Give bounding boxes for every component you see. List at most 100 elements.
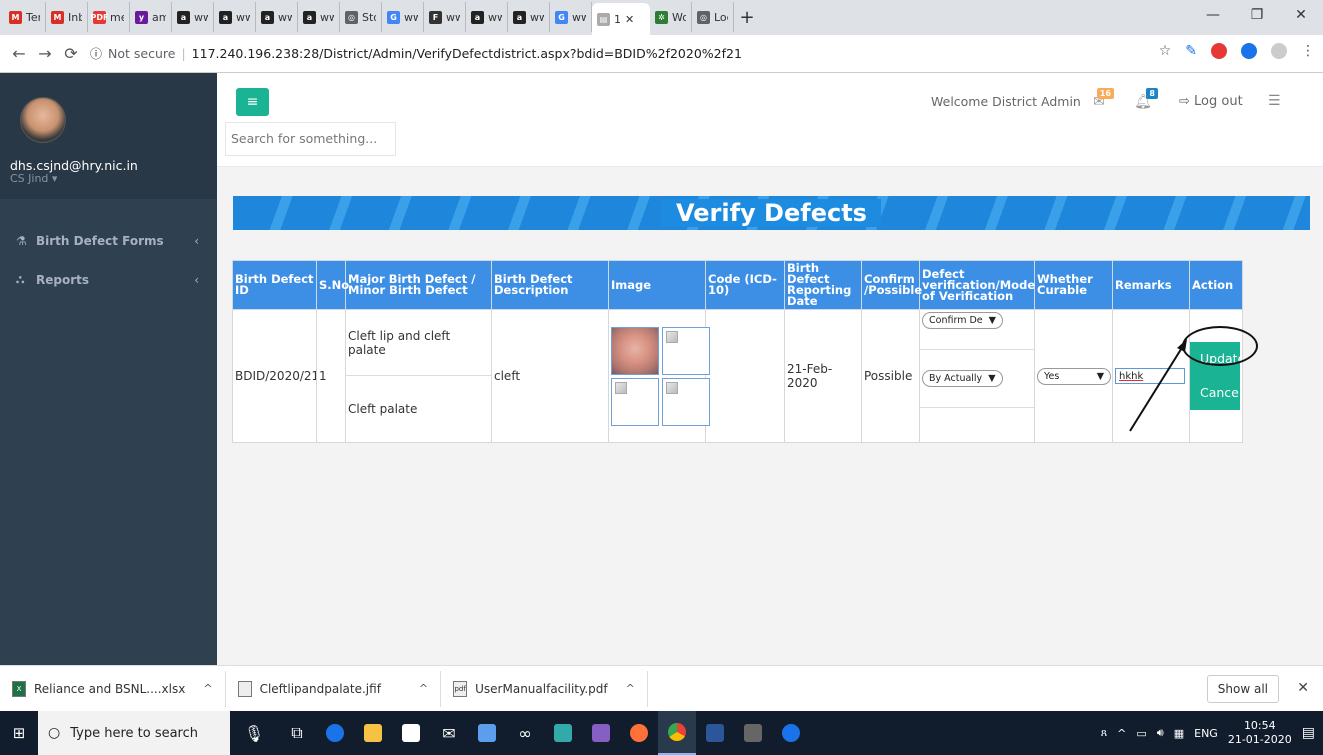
tab-close-icon[interactable]: ✕ — [625, 13, 634, 26]
broken-image-icon[interactable] — [611, 377, 659, 426]
tab-favicon-icon: PDF — [90, 10, 109, 24]
tab-title: www — [404, 10, 418, 24]
broken-image-icon[interactable] — [662, 326, 710, 375]
word-icon[interactable] — [696, 711, 734, 755]
defect-photo[interactable] — [611, 326, 659, 375]
task-view-icon[interactable]: ⧉ — [278, 711, 316, 755]
download-item[interactable]: pdf UserManualfacility.pdf ^ — [441, 670, 648, 707]
browser-tab[interactable]: awww — [508, 2, 550, 32]
curable-select[interactable]: Yes ▼ — [1037, 367, 1111, 385]
tab-favicon-icon: ▤ — [597, 12, 610, 26]
browser-tab[interactable]: awww — [214, 2, 256, 32]
chevron-up-icon[interactable]: ^ — [419, 682, 428, 695]
col-header-id: Birth Defect ID — [232, 260, 317, 310]
cancel-button[interactable]: Cancel — [1190, 376, 1240, 410]
browser-tab[interactable]: ▤ 1 ✕ — [592, 3, 650, 35]
infinity-app-icon[interactable]: ∞ — [506, 711, 544, 755]
tab-favicon-icon: G — [387, 10, 400, 24]
download-item[interactable]: Cleftlipandpalate.jfif ^ — [226, 670, 442, 707]
taskbar-search-box[interactable]: ○ Type here to search — [38, 711, 230, 755]
new-tab-button[interactable]: + — [734, 2, 760, 32]
sidebar-item-reports[interactable]: ⛬ Reports ‹ — [0, 260, 217, 299]
maximize-icon[interactable]: ❐ — [1235, 0, 1279, 30]
browser-tab[interactable]: yamaz — [130, 2, 172, 32]
app-icon[interactable] — [468, 711, 506, 755]
mode-value: By Actually — [929, 373, 983, 384]
extension-pen-icon[interactable]: ✎ — [1185, 43, 1197, 59]
profile-avatar-icon[interactable] — [1271, 43, 1287, 59]
cell-major-minor: Cleft lip and cleft palate Cleft palate — [345, 309, 492, 443]
extension-red-icon[interactable] — [1211, 43, 1227, 59]
browser-tab[interactable]: ✲ Woo — [650, 2, 692, 32]
close-icon[interactable]: ✕ — [1279, 0, 1323, 30]
page-title-banner: Verify Defects — [233, 196, 1310, 230]
profile-role-dropdown[interactable]: CS Jind ▾ — [10, 172, 57, 185]
browser-tab[interactable]: PDFmem — [88, 2, 130, 32]
download-item[interactable]: X Reliance and BSNL....xlsx ^ — [0, 670, 226, 707]
app-icon[interactable] — [544, 711, 582, 755]
browser-tab[interactable]: awww — [172, 2, 214, 32]
file-explorer-icon[interactable] — [354, 711, 392, 755]
chrome-menu-icon[interactable]: ⋮ — [1301, 43, 1315, 59]
reload-icon[interactable]: ⟳ — [58, 44, 84, 63]
clock-time: 10:54 — [1243, 719, 1276, 732]
browser-tab[interactable]: ◎ Store — [340, 2, 382, 32]
chevron-up-icon[interactable]: ^ — [626, 682, 635, 695]
tab-title: Store — [362, 10, 376, 24]
show-all-button[interactable]: Show all — [1206, 675, 1279, 703]
chevron-up-icon[interactable]: ^ — [203, 682, 212, 695]
keyboard-icon[interactable]: ▦ — [1174, 727, 1184, 740]
bookmark-star-icon[interactable]: ☆ — [1159, 43, 1172, 59]
mode-select[interactable]: By Actually ▼ — [922, 370, 1003, 387]
right-sidebar-toggle-icon[interactable]: ☰ — [1268, 93, 1281, 109]
chrome-icon[interactable] — [658, 711, 696, 755]
browser-tab[interactable]: ◎ Login — [692, 2, 734, 32]
url-text: 117.240.196.238:28/District/Admin/Verify… — [191, 46, 742, 61]
language-indicator[interactable]: ENG — [1194, 727, 1218, 740]
info-icon[interactable]: ⓘ — [90, 45, 102, 62]
col-header-action: Action — [1189, 260, 1243, 310]
windows-start-icon[interactable]: ⊞ — [0, 724, 38, 742]
logout-link[interactable]: ⇨ Log out — [1179, 94, 1243, 109]
people-icon[interactable]: ጸ — [1101, 726, 1107, 740]
col-header-verification: Defect verification/Mode of Verification — [919, 260, 1035, 310]
browser-tab[interactable]: M Temp — [4, 2, 46, 32]
forward-icon[interactable]: → — [32, 44, 58, 63]
browser-tab[interactable]: Gwww — [382, 2, 424, 32]
browser-tab[interactable]: awww — [466, 2, 508, 32]
broken-image-icon[interactable] — [662, 377, 710, 426]
browser-tab[interactable]: Fwww — [424, 2, 466, 32]
visual-studio-icon[interactable] — [582, 711, 620, 755]
search-input[interactable]: Search for something... — [225, 122, 396, 156]
back-icon[interactable]: ← — [6, 44, 32, 63]
alerts-button[interactable]: 🔔︎ 8 — [1132, 88, 1158, 112]
help-icon[interactable] — [772, 711, 810, 755]
microphone-icon[interactable]: 🎙︎ — [230, 711, 278, 755]
menu-toggle-button[interactable]: ≡ — [236, 88, 269, 116]
browser-tab[interactable]: Gwww — [550, 2, 592, 32]
close-downloads-icon[interactable]: ✕ — [1297, 680, 1309, 696]
extension-blue-icon[interactable] — [1241, 43, 1257, 59]
browser-tab[interactable]: awww — [256, 2, 298, 32]
verification-select[interactable]: Confirm De ▼ — [922, 312, 1003, 329]
sidebar-item-birth-defect-forms[interactable]: ⚗ Birth Defect Forms ‹ — [0, 221, 217, 260]
messages-button[interactable]: ✉ 16 — [1088, 88, 1114, 112]
cell-images — [608, 309, 710, 443]
url-field[interactable]: ⓘ Not secure | 117.240.196.238:28/Distri… — [90, 45, 1130, 62]
calculator-icon[interactable] — [734, 711, 772, 755]
mail-icon[interactable]: ✉ — [430, 711, 468, 755]
store-icon[interactable] — [392, 711, 430, 755]
edge-icon[interactable] — [316, 711, 354, 755]
tray-up-arrow-icon[interactable]: ^ — [1117, 727, 1126, 740]
volume-icon[interactable]: 🔊︎ — [1157, 726, 1164, 740]
minimize-icon[interactable]: — — [1191, 0, 1235, 30]
downloads-bar: X Reliance and BSNL....xlsx ^ Cleftlipan… — [0, 665, 1323, 711]
notifications-icon[interactable]: ▤ — [1302, 725, 1315, 741]
chevron-down-icon: ▼ — [988, 315, 996, 326]
clock[interactable]: 10:54 21-01-2020 — [1228, 719, 1292, 747]
browser-tab[interactable]: M Inbox — [46, 2, 88, 32]
chevron-down-icon: ▼ — [988, 373, 996, 384]
firefox-icon[interactable] — [620, 711, 658, 755]
browser-tab[interactable]: awww — [298, 2, 340, 32]
network-icon[interactable]: ▭ — [1136, 727, 1146, 740]
